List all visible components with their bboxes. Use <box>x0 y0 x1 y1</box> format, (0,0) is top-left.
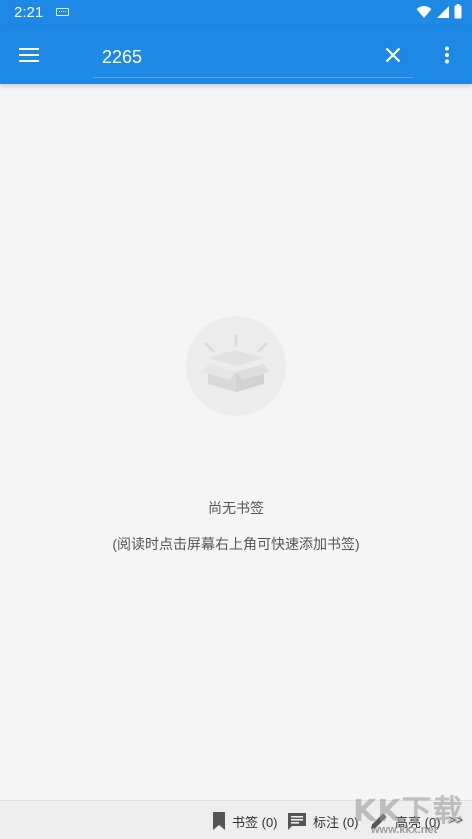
app-toolbar <box>0 26 472 84</box>
open-box-icon <box>202 334 270 392</box>
watermark-logo: KK下载 www.kkx.net <box>353 786 471 838</box>
tab-notes-label: 标注 (0) <box>313 814 359 830</box>
menu-icon <box>19 48 39 62</box>
more-options-button[interactable] <box>432 38 462 72</box>
empty-box-illustration <box>186 316 286 416</box>
clear-search-button[interactable] <box>376 38 410 72</box>
battery-icon <box>454 4 462 19</box>
bookmark-icon <box>213 812 225 830</box>
empty-state: 尚无书签 (阅读时点击屏幕右上角可快速添加书签) <box>0 84 472 800</box>
wifi-icon <box>416 5 432 18</box>
tab-bookmarks[interactable]: 书签 (0) <box>212 809 278 833</box>
watermark-url: www.kkx.net <box>371 824 438 836</box>
status-time: 2:21 <box>14 4 44 21</box>
menu-button[interactable] <box>12 38 46 72</box>
search-input[interactable] <box>93 38 413 76</box>
keyboard-icon <box>56 8 69 16</box>
signal-icon <box>437 5 449 18</box>
close-icon <box>385 47 401 63</box>
empty-title: 尚无书签 <box>208 500 264 516</box>
tab-notes[interactable]: 标注 (0) <box>287 809 359 833</box>
more-vert-icon <box>445 46 449 64</box>
status-icons <box>416 4 462 19</box>
tab-bookmarks-label: 书签 (0) <box>232 814 278 830</box>
empty-hint: (阅读时点击屏幕右上角可快速添加书签) <box>112 536 360 552</box>
search-field <box>93 38 413 78</box>
status-bar: 2:21 <box>0 0 472 26</box>
comment-icon <box>288 813 306 830</box>
